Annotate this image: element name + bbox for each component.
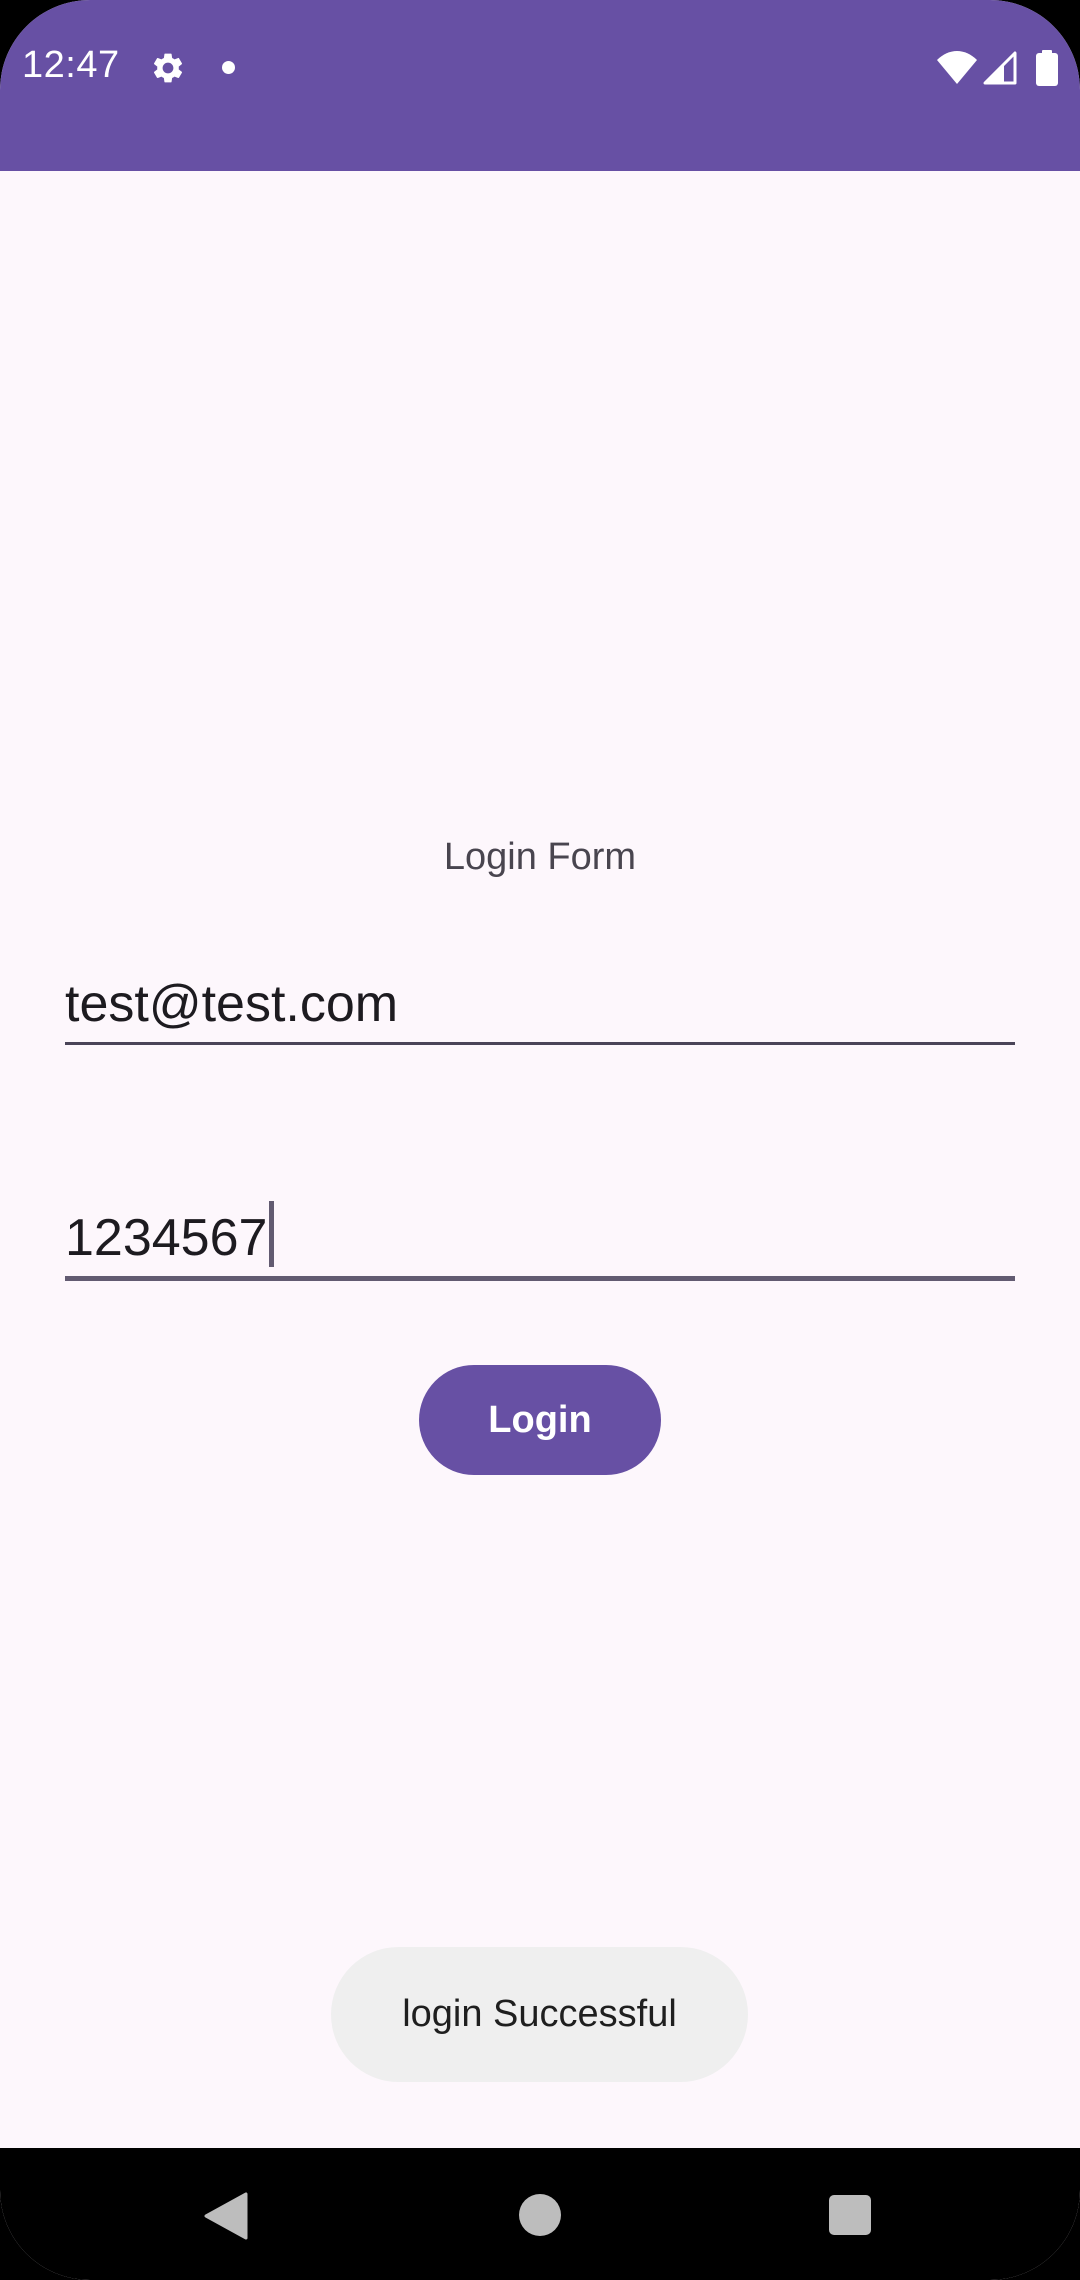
status-time: 12:47	[22, 44, 120, 86]
gear-icon	[153, 53, 183, 83]
signal-icon	[983, 51, 1017, 85]
password-value: 1234567	[65, 1209, 268, 1267]
back-icon[interactable]	[204, 2192, 248, 2240]
battery-icon	[1036, 50, 1058, 86]
navigation-bar	[0, 2148, 1080, 2280]
app-screen: 12:47 Login Form test@test.com 1234567 L…	[0, 0, 1080, 2280]
recents-icon[interactable]	[829, 2195, 871, 2235]
form-title: Login Form	[443, 836, 637, 878]
login-button[interactable]: Login	[419, 1365, 661, 1475]
notification-dot-icon	[222, 61, 235, 74]
password-field[interactable]: 1234567	[65, 1200, 1015, 1281]
toast-message: login Successful	[331, 1947, 748, 2082]
status-bar: 12:47	[0, 0, 1080, 171]
wifi-icon	[937, 51, 977, 84]
password-value-wrapper: 1234567	[65, 1201, 275, 1268]
email-value: test@test.com	[65, 975, 399, 1033]
home-icon[interactable]	[519, 2194, 561, 2236]
email-field[interactable]: test@test.com	[65, 970, 1015, 1045]
text-cursor	[269, 1201, 275, 1267]
